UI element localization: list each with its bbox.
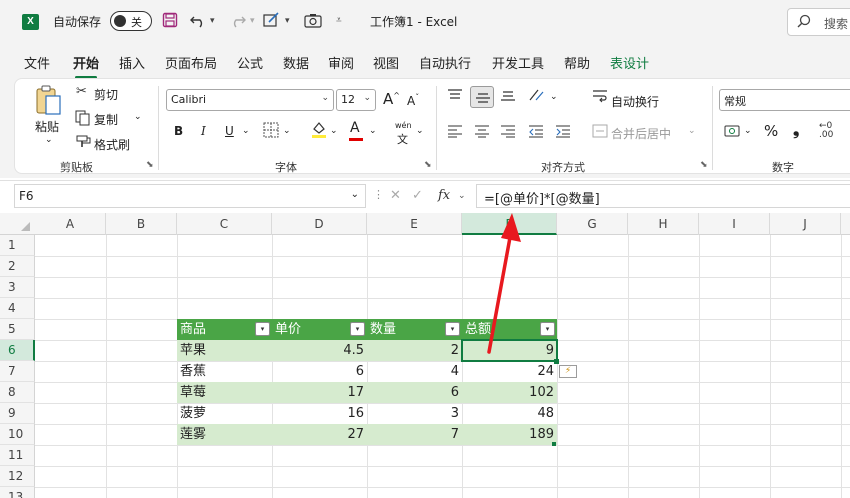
arrow-head xyxy=(501,213,521,242)
annotation-arrow xyxy=(487,213,521,354)
arrow-shaft xyxy=(487,230,513,354)
